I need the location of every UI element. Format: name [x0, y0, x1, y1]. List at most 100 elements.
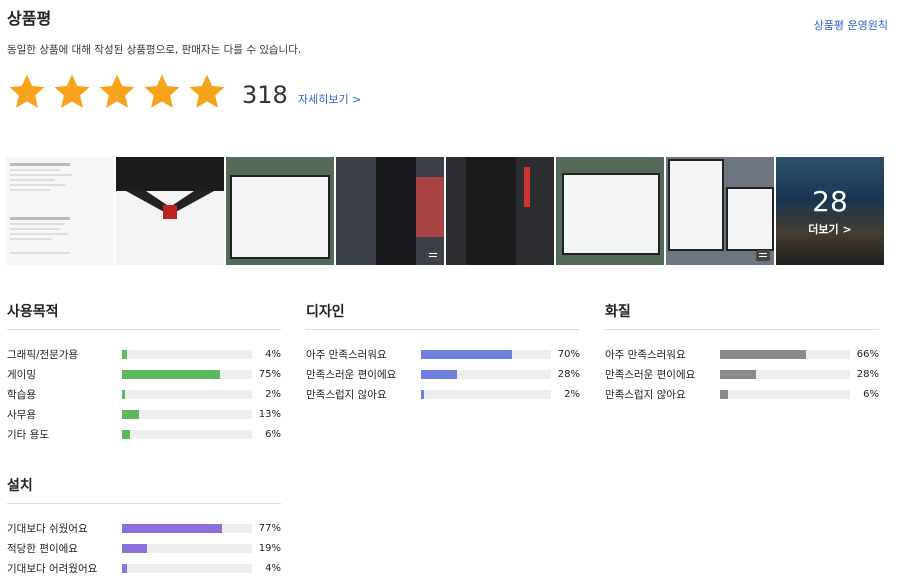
- divider: [7, 329, 281, 330]
- photo-thumbnail[interactable]: [666, 157, 774, 265]
- comment-icon: [426, 250, 440, 261]
- photo-thumbnail[interactable]: [226, 157, 334, 265]
- survey-option-label: 아주 만족스러워요: [605, 348, 686, 361]
- survey-option-label: 사무용: [7, 408, 36, 421]
- survey-option-label: 기타 용도: [7, 428, 49, 441]
- section-installation: 설치 기대보다 쉬웠어요 77% 적당한 편이에요 19% 기대보다 어려웠어요 4%: [7, 475, 281, 578]
- survey-bar-fill: [720, 389, 728, 399]
- divider: [7, 503, 281, 504]
- monitor-back-image: [466, 157, 530, 265]
- survey-row: 아주 만족스러워요 70%: [306, 344, 580, 364]
- survey-option-label: 만족스러운 편이에요: [605, 368, 696, 381]
- survey-bar-track: [122, 369, 252, 379]
- star-rating: [7, 72, 227, 112]
- more-photo-count: 28: [812, 184, 848, 218]
- survey-percentage: 4%: [265, 348, 281, 360]
- photo-thumbnail[interactable]: [556, 157, 664, 265]
- survey-bar-track: [122, 349, 252, 359]
- survey-row: 게이밍 75%: [7, 364, 281, 384]
- survey-percentage: 28%: [557, 368, 580, 380]
- survey-bar-fill: [720, 369, 757, 379]
- survey-option-label: 아주 만족스러워요: [306, 348, 387, 361]
- survey-bar-track: [720, 369, 850, 379]
- more-photos-button[interactable]: 28 더보기 >: [776, 157, 884, 265]
- survey-row: 기대보다 어려웠어요 4%: [7, 558, 281, 578]
- monitor-side-image: [376, 157, 444, 265]
- detail-link[interactable]: 자세히보기 >: [298, 91, 361, 107]
- survey-option-label: 만족스러운 편이에요: [306, 368, 397, 381]
- more-photos-label: 더보기 >: [808, 222, 852, 236]
- survey-bar-fill: [122, 369, 220, 379]
- survey-bar-fill: [122, 349, 128, 359]
- survey-row: 만족스러운 편이에요 28%: [605, 364, 879, 384]
- survey-percentage: 2%: [265, 388, 281, 400]
- survey-bar-fill: [122, 389, 125, 399]
- survey-bar-track: [122, 563, 252, 573]
- star-icon: [9, 74, 45, 108]
- section-title: 설치: [7, 478, 33, 494]
- photo-thumbnail[interactable]: [336, 157, 444, 265]
- survey-bar-track: [720, 349, 850, 359]
- survey-percentage: 13%: [258, 408, 281, 420]
- star-icon: [54, 74, 90, 108]
- survey-bar-track: [122, 409, 252, 419]
- section-title: 디자인: [306, 304, 345, 320]
- survey-row: 만족스럽지 않아요 2%: [306, 384, 580, 404]
- survey-option-label: 만족스럽지 않아요: [306, 388, 387, 401]
- review-description: 동일한 상품에 대해 작성된 상품평으로, 판매자는 다를 수 있습니다.: [7, 44, 302, 56]
- survey-bar-fill: [421, 369, 458, 379]
- review-text-image: [10, 163, 72, 254]
- survey-percentage: 66%: [856, 348, 879, 360]
- survey-bar-track: [122, 429, 252, 439]
- review-count: 318: [242, 81, 288, 109]
- photo-thumbnail[interactable]: [446, 157, 554, 265]
- survey-row: 적당한 편이에요 19%: [7, 538, 281, 558]
- survey-row: 기타 용도 6%: [7, 424, 281, 444]
- survey-bar-fill: [720, 349, 806, 359]
- star-icon: [189, 74, 225, 108]
- survey-option-label: 적당한 편이에요: [7, 542, 78, 555]
- survey-option-label: 학습용: [7, 388, 36, 401]
- survey-row: 아주 만족스러워요 66%: [605, 344, 879, 364]
- page-title: 상품평: [7, 9, 52, 28]
- survey-bar-track: [122, 523, 252, 533]
- survey-bar-track: [122, 543, 252, 553]
- survey-percentage: 19%: [258, 542, 281, 554]
- divider: [605, 329, 879, 330]
- survey-row: 만족스럽지 않아요 6%: [605, 384, 879, 404]
- photo-review-strip: 28 더보기 >: [6, 157, 884, 265]
- survey-percentage: 2%: [564, 388, 580, 400]
- photo-thumbnail[interactable]: [116, 157, 224, 265]
- survey-bar-fill: [421, 389, 424, 399]
- photo-more-tile[interactable]: 28 더보기 >: [776, 157, 884, 265]
- photo-thumbnail[interactable]: [6, 157, 114, 265]
- survey-option-label: 기대보다 쉬웠어요: [7, 522, 88, 535]
- survey-percentage: 75%: [258, 368, 281, 380]
- survey-percentage: 28%: [856, 368, 879, 380]
- survey-option-label: 기대보다 어려웠어요: [7, 562, 98, 575]
- survey-bar-track: [720, 389, 850, 399]
- section-usage: 사용목적 그래픽/전문가용 4% 게이밍 75% 학습용 2% 사무용 13% 기타 용도 6%: [7, 301, 281, 444]
- survey-bar-fill: [122, 429, 130, 439]
- survey-bar-track: [421, 349, 551, 359]
- comment-icon: [756, 250, 770, 261]
- survey-percentage: 6%: [863, 388, 879, 400]
- star-icon: [99, 74, 135, 108]
- survey-percentage: 6%: [265, 428, 281, 440]
- monitor-stand-image: [116, 157, 224, 219]
- survey-percentage: 77%: [258, 522, 281, 534]
- survey-percentage: 4%: [265, 562, 281, 574]
- survey-row: 기대보다 쉬웠어요 77%: [7, 518, 281, 538]
- survey-row: 사무용 13%: [7, 404, 281, 424]
- survey-row: 학습용 2%: [7, 384, 281, 404]
- survey-bar-track: [421, 369, 551, 379]
- review-policy-link[interactable]: 상품평 운영원칙: [814, 17, 888, 33]
- survey-option-label: 그래픽/전문가용: [7, 348, 79, 361]
- survey-bar-fill: [122, 543, 147, 553]
- star-icon: [144, 74, 180, 108]
- survey-bar-track: [122, 389, 252, 399]
- survey-bar-fill: [122, 409, 139, 419]
- survey-percentage: 70%: [557, 348, 580, 360]
- section-title: 사용목적: [7, 304, 59, 320]
- survey-bar-fill: [421, 349, 512, 359]
